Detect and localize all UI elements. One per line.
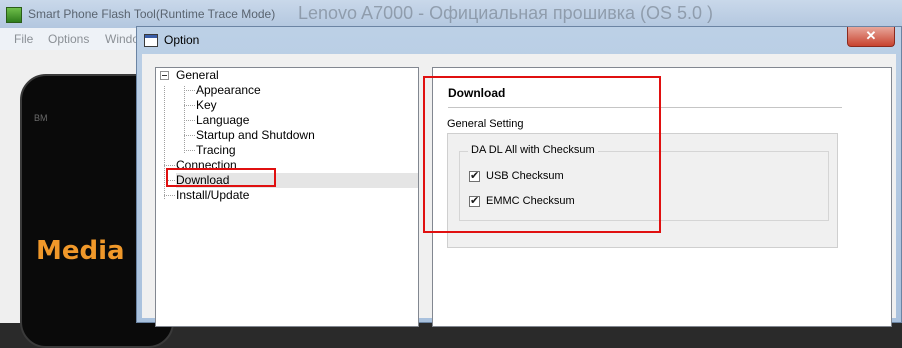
tree-connector — [184, 120, 195, 121]
background-title-bar: Smart Phone Flash Tool(Runtime Trace Mod… — [0, 0, 902, 28]
tree-item-language[interactable]: Language — [196, 113, 249, 128]
app-icon — [6, 7, 22, 23]
menu-window[interactable]: Windo — [105, 32, 139, 46]
tree-item-general[interactable]: General — [176, 68, 219, 83]
tree-item-appearance[interactable]: Appearance — [196, 83, 261, 98]
menu-file[interactable]: File — [14, 32, 33, 46]
tree-item-startup-shutdown[interactable]: Startup and Shutdown — [196, 128, 315, 143]
window-icon — [144, 34, 158, 47]
tree-item-tracing[interactable]: Tracing — [196, 143, 236, 158]
tree-connector — [164, 165, 175, 166]
background-window-title: Smart Phone Flash Tool(Runtime Trace Mod… — [28, 7, 276, 21]
annotation-highlight-download — [166, 168, 276, 187]
tree-item-key[interactable]: Key — [196, 98, 217, 113]
menu-options[interactable]: Options — [48, 32, 89, 46]
phone-screen-text: Media — [36, 236, 125, 266]
phone-brand-text: BM — [34, 113, 48, 123]
tree-connector — [184, 150, 195, 151]
annotation-highlight-panel — [423, 76, 661, 233]
close-button[interactable]: ✕ — [847, 27, 895, 47]
dialog-title: Option — [164, 33, 200, 47]
tree-connector — [184, 90, 195, 91]
tree-connector — [184, 105, 195, 106]
tree-connector — [184, 135, 195, 136]
watermark-title: Lenovo A7000 - Официальная прошивка (OS … — [298, 3, 714, 23]
tree-connector — [164, 86, 165, 199]
options-tree[interactable]: General Appearance Key Language Startup … — [155, 67, 419, 327]
tree-item-install-update[interactable]: Install/Update — [176, 188, 249, 203]
tree-connector — [164, 195, 175, 196]
collapse-icon[interactable] — [160, 71, 169, 80]
